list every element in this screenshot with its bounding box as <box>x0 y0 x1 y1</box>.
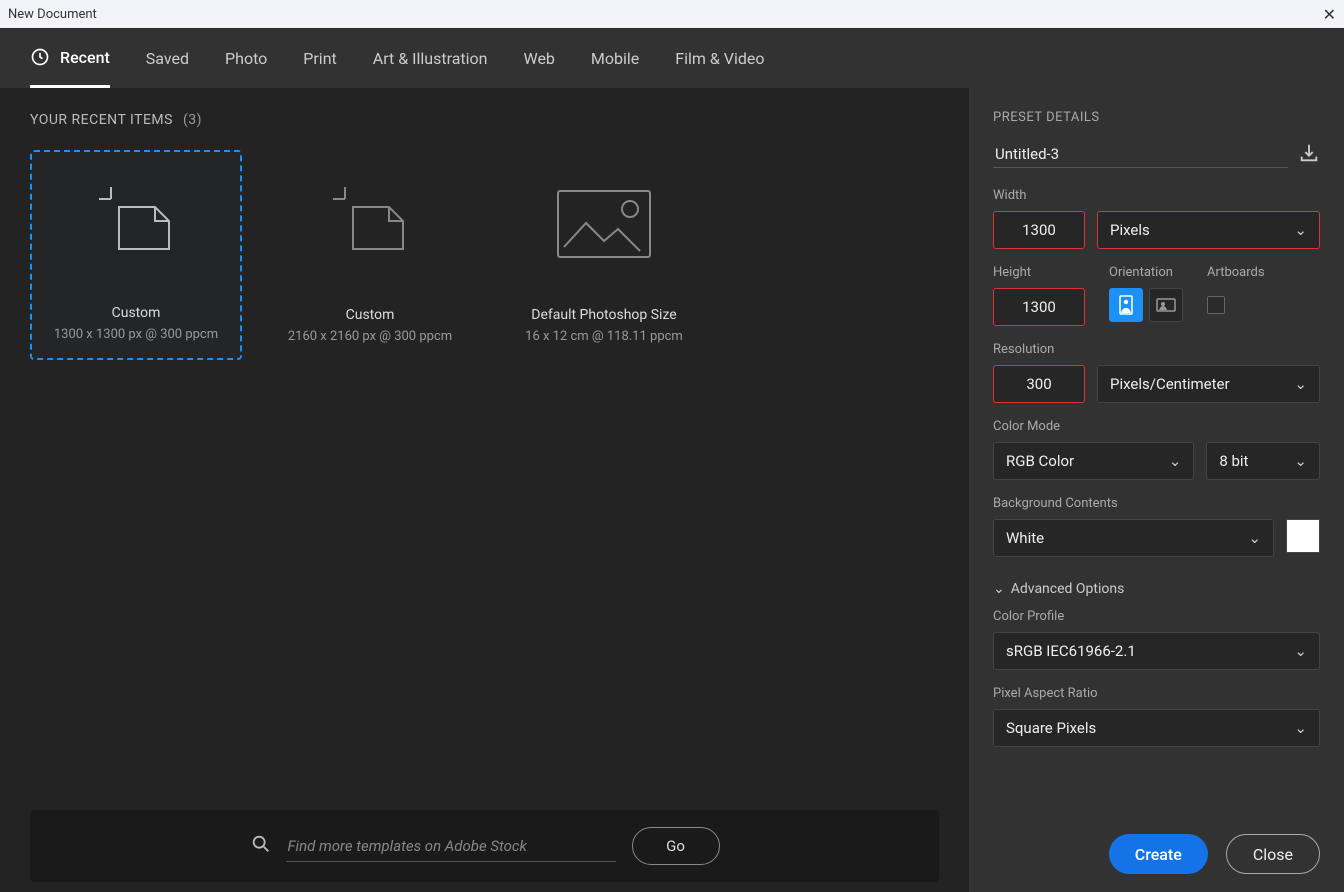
category-tabs: Recent Saved Photo Print Art & Illustrat… <box>0 28 1344 88</box>
preset-name: Custom <box>346 307 395 323</box>
preset-card[interactable]: Default Photoshop Size 16 x 12 cm @ 118.… <box>498 150 710 360</box>
resolution-unit-select[interactable]: Pixels/Centimeter ⌄ <box>1097 365 1320 403</box>
go-button[interactable]: Go <box>632 827 720 865</box>
titlebar: New Document ✕ <box>0 0 1344 28</box>
select-value: Square Pixels <box>1006 719 1096 737</box>
select-value: White <box>1006 529 1044 547</box>
background-color-swatch[interactable] <box>1286 519 1320 553</box>
pixel-aspect-label: Pixel Aspect Ratio <box>993 686 1320 701</box>
panel-title: PRESET DETAILS <box>993 110 1320 125</box>
preset-details-panel: PRESET DETAILS Untitled-3 Width 1300 Pix… <box>969 88 1344 892</box>
background-label: Background Contents <box>993 496 1320 511</box>
resolution-input[interactable]: 300 <box>993 365 1085 403</box>
stock-search-input[interactable] <box>286 831 616 862</box>
select-value: Pixels <box>1110 221 1150 239</box>
select-value: Pixels/Centimeter <box>1110 375 1230 393</box>
tab-photo[interactable]: Photo <box>225 29 267 88</box>
artboards-label: Artboards <box>1207 265 1265 280</box>
close-icon[interactable]: ✕ <box>1316 5 1336 24</box>
chevron-down-icon: ⌄ <box>1294 221 1307 239</box>
presets-area: YOUR RECENT ITEMS (3) Custom 1300 x 1300… <box>0 88 969 892</box>
width-label: Width <box>993 188 1320 203</box>
image-icon <box>554 150 654 297</box>
preset-name: Custom <box>112 305 161 321</box>
preset-name: Default Photoshop Size <box>531 307 676 323</box>
chevron-down-icon: ⌄ <box>1294 719 1307 737</box>
document-name-input[interactable]: Untitled-3 <box>993 141 1288 168</box>
tab-mobile[interactable]: Mobile <box>591 29 639 88</box>
orientation-label: Orientation <box>1109 265 1183 280</box>
tab-saved[interactable]: Saved <box>146 29 189 88</box>
search-icon <box>250 833 272 859</box>
preset-meta: 16 x 12 cm @ 118.11 ppcm <box>525 329 683 344</box>
colormode-select[interactable]: RGB Color ⌄ <box>993 442 1194 480</box>
tab-film[interactable]: Film & Video <box>675 29 764 88</box>
width-unit-select[interactable]: Pixels ⌄ <box>1097 211 1320 249</box>
color-profile-label: Color Profile <box>993 609 1320 624</box>
colormode-label: Color Mode <box>993 419 1320 434</box>
custom-doc-icon <box>325 150 415 297</box>
preset-card[interactable]: Custom 1300 x 1300 px @ 300 ppcm <box>30 150 242 360</box>
chevron-down-icon: ⌄ <box>1169 452 1182 470</box>
clock-icon <box>30 47 50 67</box>
chevron-down-icon: ⌄ <box>1294 375 1307 393</box>
select-value: RGB Color <box>1006 452 1074 470</box>
window-title: New Document <box>8 7 97 22</box>
tab-label: Photo <box>225 49 267 68</box>
width-input[interactable]: 1300 <box>993 211 1085 249</box>
background-select[interactable]: White ⌄ <box>993 519 1274 557</box>
tab-label: Mobile <box>591 49 639 68</box>
recent-header: YOUR RECENT ITEMS (3) <box>30 112 939 128</box>
orientation-landscape-button[interactable] <box>1149 288 1183 322</box>
tab-recent[interactable]: Recent <box>30 29 110 88</box>
tab-web[interactable]: Web <box>523 29 554 88</box>
tab-label: Web <box>523 49 554 68</box>
advanced-options-toggle[interactable]: ⌄ Advanced Options <box>993 581 1320 597</box>
recent-header-label: YOUR RECENT ITEMS <box>30 112 173 128</box>
import-preset-icon[interactable] <box>1298 142 1320 168</box>
tab-label: Film & Video <box>675 49 764 68</box>
chevron-down-icon: ⌄ <box>993 581 1005 597</box>
close-button[interactable]: Close <box>1226 834 1320 874</box>
bitdepth-select[interactable]: 8 bit ⌄ <box>1206 442 1320 480</box>
tab-label: Print <box>303 49 336 68</box>
preset-card[interactable]: Custom 2160 x 2160 px @ 300 ppcm <box>264 150 476 360</box>
select-value: 8 bit <box>1219 452 1248 470</box>
tab-print[interactable]: Print <box>303 29 336 88</box>
height-input[interactable]: 1300 <box>993 288 1085 326</box>
color-profile-select[interactable]: sRGB IEC61966-2.1 ⌄ <box>993 632 1320 670</box>
chevron-down-icon: ⌄ <box>1248 529 1261 547</box>
stock-search-bar: Go <box>30 810 939 882</box>
chevron-down-icon: ⌄ <box>1294 452 1307 470</box>
tab-art[interactable]: Art & Illustration <box>373 29 488 88</box>
height-label: Height <box>993 265 1085 280</box>
pixel-aspect-select[interactable]: Square Pixels ⌄ <box>993 709 1320 747</box>
preset-meta: 2160 x 2160 px @ 300 ppcm <box>288 329 452 344</box>
advanced-label: Advanced Options <box>1011 581 1125 597</box>
artboards-checkbox[interactable] <box>1207 296 1225 314</box>
custom-doc-icon <box>91 152 181 295</box>
create-button[interactable]: Create <box>1109 834 1208 874</box>
chevron-down-icon: ⌄ <box>1294 642 1307 660</box>
resolution-label: Resolution <box>993 342 1320 357</box>
recent-count: (3) <box>183 112 202 128</box>
orientation-portrait-button[interactable] <box>1109 288 1143 322</box>
tab-label: Recent <box>60 48 110 67</box>
tab-label: Saved <box>146 49 189 68</box>
select-value: sRGB IEC61966-2.1 <box>1006 642 1136 660</box>
preset-meta: 1300 x 1300 px @ 300 ppcm <box>54 327 218 342</box>
tab-label: Art & Illustration <box>373 49 488 68</box>
